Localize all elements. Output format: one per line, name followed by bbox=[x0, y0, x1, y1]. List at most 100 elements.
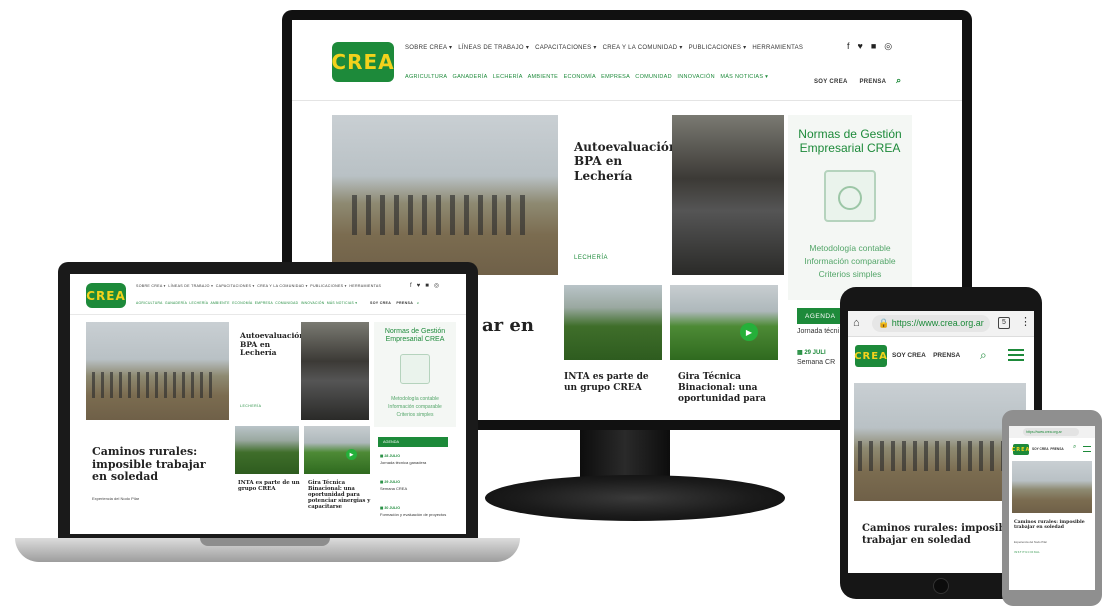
norms-line-2: Información comparable bbox=[804, 256, 896, 266]
article-gira-title[interactable]: Gira Técnica Binacional: una oportunidad… bbox=[678, 372, 774, 404]
nav-innovacion[interactable]: INNOVACIÓN bbox=[677, 74, 714, 80]
laptop-norms-card[interactable]: Normas de Gestión Empresarial CREA Metod… bbox=[374, 322, 456, 427]
laptop-inta-title[interactable]: INTA es parte de un grupo CREA bbox=[238, 480, 300, 493]
desktop-top-nav: SOBRE CREA ▾ LÍNEAS DE TRABAJO ▾ CAPACIT… bbox=[405, 45, 804, 51]
phone-search-icon[interactable]: ⌕ bbox=[1073, 444, 1076, 451]
social-icons: f♥■◎ bbox=[847, 41, 900, 52]
tablet-nav: SOY CREA PRENSA bbox=[892, 352, 960, 359]
caminos-title-partial[interactable]: ar en bbox=[482, 315, 534, 336]
norms-title: Normas de Gestión Empresarial CREA bbox=[798, 127, 902, 156]
nav-sobre-crea[interactable]: SOBRE CREA bbox=[405, 45, 447, 51]
laptop-social-icons: f♥■◎ bbox=[410, 283, 445, 289]
laptop-document-icon bbox=[400, 354, 430, 384]
article-gira-image[interactable] bbox=[670, 285, 778, 360]
norms-line-1: Metodología contable bbox=[809, 243, 891, 253]
phone-crea-logo[interactable]: CREA bbox=[1012, 444, 1029, 455]
facebook-icon[interactable]: f bbox=[847, 41, 858, 51]
laptop-cows-image[interactable] bbox=[301, 322, 369, 420]
tablet-prensa[interactable]: PRENSA bbox=[933, 352, 960, 359]
laptop-play-icon[interactable]: ▶ bbox=[346, 449, 357, 460]
laptop-search-icon[interactable]: ⌕ bbox=[417, 301, 419, 305]
nav-agricultura[interactable]: AGRICULTURA bbox=[405, 74, 447, 80]
phone-frame: https://www.crea.org.ar CREA SOY CREA PR… bbox=[1002, 410, 1102, 606]
nav-comunidad[interactable]: CREA Y LA COMUNIDAD bbox=[603, 45, 678, 51]
monitor-agenda-partial: ▦ 28 JULI Jornada técni ▦ 29 JULI Semana… bbox=[797, 319, 839, 366]
nav-publicaciones[interactable]: PUBLICACIONES bbox=[689, 45, 742, 51]
laptop-norms-line-2: Información comparable bbox=[388, 404, 442, 410]
menu-dots-icon[interactable]: ⋮ bbox=[1020, 315, 1031, 328]
youtube-icon[interactable]: ■ bbox=[871, 41, 884, 51]
nav-herramientas[interactable]: HERRAMIENTAS bbox=[752, 45, 803, 51]
laptop-lid: CREA SOBRE CREA ▾ LÍNEAS DE TRABAJO ▾ CA… bbox=[58, 262, 478, 538]
tablet-search-icon[interactable]: ⌕ bbox=[980, 348, 987, 363]
laptop-right-nav: SOY CREA PRENSA ⌕ bbox=[370, 301, 420, 305]
article-autoevaluacion-tag[interactable]: LECHERÍA bbox=[574, 255, 608, 261]
laptop-caminos-title[interactable]: Caminos rurales: imposible trabajar en s… bbox=[92, 445, 222, 484]
prensa-link[interactable]: PRENSA bbox=[859, 79, 886, 85]
nav-lecheria[interactable]: LECHERÍA bbox=[493, 74, 523, 80]
article-autoevaluacion-image[interactable] bbox=[672, 115, 784, 275]
tablet-caminos-title[interactable]: Caminos rurales: imposible trabajar en s… bbox=[862, 523, 1022, 547]
laptop-hero-people bbox=[92, 372, 212, 398]
monitor-stand-base bbox=[485, 475, 785, 521]
phone-hamburger-icon[interactable] bbox=[1083, 446, 1091, 452]
laptop-screen: CREA SOBRE CREA ▾ LÍNEAS DE TRABAJO ▾ CA… bbox=[70, 274, 466, 534]
laptop-crea-logo[interactable]: CREA bbox=[86, 283, 126, 308]
phone-url-bar[interactable]: https://www.crea.org.ar bbox=[1023, 428, 1079, 436]
tablet-url-bar[interactable]: 🔒 https://www.crea.org.ar bbox=[872, 315, 990, 332]
laptop-autoevaluacion-title[interactable]: Autoevaluación BPA en Lechería bbox=[240, 331, 305, 358]
laptop-gira-image[interactable] bbox=[304, 426, 370, 474]
phone-caption: Experiencia del Nodo Pilar bbox=[1014, 540, 1047, 544]
soy-crea-link[interactable]: SOY CREA bbox=[814, 79, 848, 85]
laptop-gira-title[interactable]: Gira Técnica Binacional: una oportunidad… bbox=[308, 480, 372, 510]
tabs-count-icon[interactable]: 5 bbox=[998, 317, 1010, 329]
nav-capacitaciones[interactable]: CAPACITACIONES bbox=[535, 45, 591, 51]
play-icon[interactable]: ▶ bbox=[740, 323, 758, 341]
desktop-sub-nav: AGRICULTURA GANADERÍA LECHERÍA AMBIENTE … bbox=[405, 74, 769, 80]
nav-economia[interactable]: ECONOMÍA bbox=[564, 74, 596, 80]
article-inta-image[interactable] bbox=[564, 285, 662, 360]
tablet-browser-bar: ⌂ 🔒 https://www.crea.org.ar 5 ⋮ bbox=[848, 311, 1034, 337]
phone-hero-image[interactable] bbox=[1012, 461, 1092, 513]
norms-line-3: Criterios simples bbox=[818, 269, 882, 279]
nav-ambiente[interactable]: AMBIENTE bbox=[528, 74, 559, 80]
agenda-item[interactable]: ▦ 28 JULIO Jornada técnica ganadera bbox=[380, 454, 456, 480]
laptop-caminos-caption: Experiencia del Nodo Pilar bbox=[92, 496, 140, 501]
laptop-hinge bbox=[200, 538, 330, 546]
article-inta-title[interactable]: INTA es parte de un grupo CREA bbox=[564, 372, 664, 394]
hero-people bbox=[352, 195, 532, 235]
laptop-agenda-button[interactable]: AGENDA bbox=[378, 437, 448, 447]
header-divider bbox=[292, 100, 962, 101]
tablet-home-button[interactable] bbox=[933, 578, 949, 594]
nav-comunidad-sub[interactable]: COMUNIDAD bbox=[635, 74, 672, 80]
phone-caminos-title[interactable]: Caminos rurales: imposible trabajar en s… bbox=[1014, 520, 1088, 531]
norms-card[interactable]: Normas de Gestión Empresarial CREA Metod… bbox=[788, 115, 912, 300]
laptop-top-nav: SOBRE CREA ▾ LÍNEAS DE TRABAJO ▾ CAPACIT… bbox=[136, 284, 382, 288]
twitter-icon[interactable]: ♥ bbox=[858, 41, 871, 51]
nav-empresa[interactable]: EMPRESA bbox=[601, 74, 630, 80]
tablet-soy-crea[interactable]: SOY CREA bbox=[892, 352, 926, 359]
home-icon[interactable]: ⌂ bbox=[853, 317, 860, 329]
laptop-autoevaluacion-tag[interactable]: LECHERÍA bbox=[240, 404, 262, 408]
laptop-agenda-list: ▦ 28 JULIO Jornada técnica ganadera ▦ 29… bbox=[380, 454, 456, 517]
nav-mas-noticias[interactable]: MÁS NOTICIAS bbox=[720, 74, 763, 80]
nav-ganaderia[interactable]: GANADERÍA bbox=[453, 74, 488, 80]
agenda-item[interactable]: ▦ 29 JULIO Semana CREA bbox=[380, 480, 456, 506]
document-chart-icon bbox=[824, 170, 876, 222]
article-autoevaluacion-title[interactable]: Autoevaluación BPA en Lechería bbox=[574, 140, 678, 183]
phone-browser-bar: https://www.crea.org.ar bbox=[1009, 426, 1095, 438]
laptop-norms-line-3: Criterios simples bbox=[396, 412, 434, 418]
hamburger-menu-icon[interactable] bbox=[1008, 349, 1024, 361]
agenda-item[interactable]: ▦ 30 JULIO Formación y evaluación de pro… bbox=[380, 506, 456, 517]
crea-logo[interactable]: CREA bbox=[331, 42, 394, 82]
nav-lineas[interactable]: LÍNEAS DE TRABAJO bbox=[458, 45, 524, 51]
search-icon[interactable]: ⌕ bbox=[896, 75, 901, 85]
phone-screen: https://www.crea.org.ar CREA SOY CREA PR… bbox=[1009, 426, 1095, 590]
phone-nav: SOY CREA PRENSA bbox=[1032, 447, 1064, 451]
phone-tag[interactable]: INSTITUCIONAL bbox=[1014, 551, 1040, 554]
laptop-hero-image[interactable] bbox=[86, 322, 229, 420]
instagram-icon[interactable]: ◎ bbox=[884, 41, 900, 51]
tablet-crea-logo[interactable]: CREA bbox=[854, 345, 887, 367]
laptop-inta-image[interactable] bbox=[235, 426, 299, 474]
laptop-norms-line-1: Metodología contable bbox=[391, 396, 439, 402]
